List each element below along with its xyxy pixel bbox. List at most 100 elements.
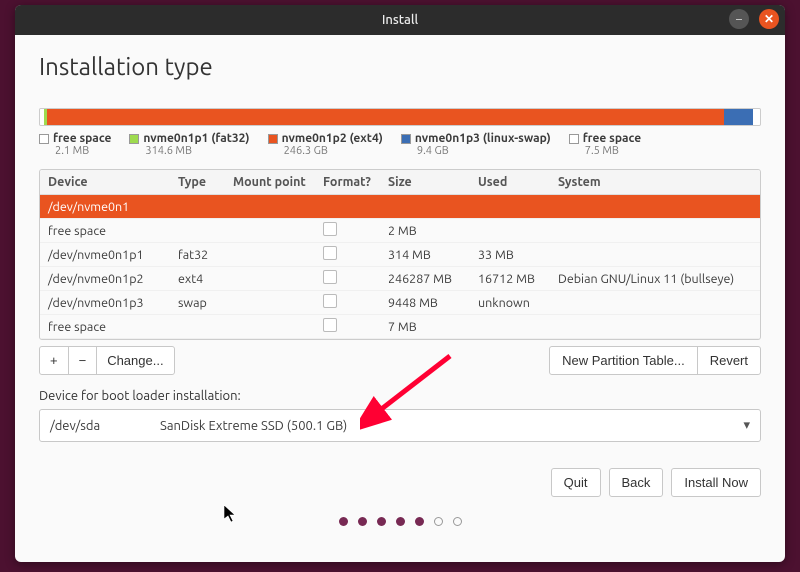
cell-used: unknown: [478, 296, 558, 310]
minimize-button[interactable]: –: [729, 9, 749, 29]
cell-device: free space: [48, 224, 178, 238]
legend-item: free space7.5 MB: [569, 132, 641, 157]
cell-device: /dev/nvme0n1p3: [48, 296, 178, 310]
table-row[interactable]: free space 2 MB: [40, 219, 760, 243]
legend-item: free space2.1 MB: [39, 132, 111, 157]
new-partition-table-button[interactable]: New Partition Table...: [549, 346, 698, 375]
pager-dot[interactable]: [415, 517, 424, 526]
wizard-footer: Quit Back Install Now: [39, 468, 761, 497]
cell-system: Debian GNU/Linux 11 (bullseye): [558, 272, 752, 286]
format-checkbox[interactable]: [323, 270, 337, 284]
window-title: Install: [382, 13, 418, 27]
cell-device: /dev/nvme0n1: [48, 200, 178, 214]
table-row[interactable]: free space 7 MB: [40, 315, 760, 339]
col-size: Size: [388, 175, 478, 189]
bootloader-device-select[interactable]: /dev/sda SanDisk Extreme SSD (500.1 GB) …: [39, 409, 761, 442]
pager-dot[interactable]: [453, 517, 462, 526]
legend-size: 246.3 GB: [284, 145, 383, 157]
col-format: Format?: [323, 175, 388, 189]
cell-size: 9448 MB: [388, 296, 478, 310]
format-checkbox[interactable]: [323, 318, 337, 332]
cell-device: /dev/nvme0n1p1: [48, 248, 178, 262]
chevron-down-icon: ▾: [743, 418, 750, 433]
cell-size: 246287 MB: [388, 272, 478, 286]
pager-dot[interactable]: [339, 517, 348, 526]
table-button-group: New Partition Table... Revert: [549, 346, 761, 375]
cell-format: [323, 246, 388, 263]
bootloader-device-desc: SanDisk Extreme SSD (500.1 GB): [160, 419, 347, 433]
legend-label: free space: [53, 132, 111, 145]
legend-item: nvme0n1p1 (fat32)314.6 MB: [129, 132, 249, 157]
legend-label: free space: [583, 132, 641, 145]
col-mount: Mount point: [233, 175, 323, 189]
edit-button-group: + − Change...: [39, 346, 175, 375]
partition-segment: [724, 109, 753, 125]
legend-label: nvme0n1p2 (ext4): [282, 132, 383, 145]
partition-segment: [47, 109, 724, 125]
pager-dot[interactable]: [377, 517, 386, 526]
cell-type: ext4: [178, 272, 233, 286]
legend-label: nvme0n1p1 (fat32): [143, 132, 249, 145]
legend-size: 314.6 MB: [145, 145, 249, 157]
cell-format: [323, 294, 388, 311]
col-device: Device: [48, 175, 178, 189]
partition-legend: free space2.1 MBnvme0n1p1 (fat32)314.6 M…: [39, 132, 761, 157]
cell-format: [323, 222, 388, 239]
legend-swatch: [39, 134, 49, 144]
partition-toolbar: + − Change... New Partition Table... Rev…: [39, 346, 761, 375]
legend-label: nvme0n1p3 (linux-swap): [415, 132, 551, 145]
content-area: Installation type free space2.1 MBnvme0n…: [15, 35, 785, 562]
legend-size: 7.5 MB: [585, 145, 641, 157]
legend-size: 9.4 GB: [417, 145, 551, 157]
add-partition-button[interactable]: +: [39, 346, 69, 375]
cell-type: swap: [178, 296, 233, 310]
change-partition-button[interactable]: Change...: [96, 346, 174, 375]
col-type: Type: [178, 175, 233, 189]
legend-swatch: [401, 134, 411, 144]
legend-item: nvme0n1p2 (ext4)246.3 GB: [268, 132, 383, 157]
close-button[interactable]: ✕: [759, 9, 779, 29]
cell-size: 2 MB: [388, 224, 478, 238]
table-row[interactable]: /dev/nvme0n1p3swap 9448 MBunknown: [40, 291, 760, 315]
col-system: System: [558, 175, 752, 189]
pager-dot[interactable]: [358, 517, 367, 526]
legend-swatch: [129, 134, 139, 144]
partition-segment: [753, 109, 760, 125]
cell-device: free space: [48, 320, 178, 334]
col-used: Used: [478, 175, 558, 189]
remove-partition-button[interactable]: −: [68, 346, 98, 375]
partition-usage-bar: [39, 108, 761, 126]
format-checkbox[interactable]: [323, 246, 337, 260]
partition-table: Device Type Mount point Format? Size Use…: [39, 169, 761, 340]
cell-format: [323, 270, 388, 287]
table-row[interactable]: /dev/nvme0n1p2ext4 246287 MB16712 MBDebia…: [40, 267, 760, 291]
legend-swatch: [268, 134, 278, 144]
pager-dot[interactable]: [396, 517, 405, 526]
titlebar: Install – ✕: [15, 5, 785, 35]
format-checkbox[interactable]: [323, 294, 337, 308]
legend-item: nvme0n1p3 (linux-swap)9.4 GB: [401, 132, 551, 157]
page-heading: Installation type: [39, 53, 761, 80]
cell-format: [323, 318, 388, 335]
cell-used: 33 MB: [478, 248, 558, 262]
pager-dot[interactable]: [434, 517, 443, 526]
table-row[interactable]: /dev/nvme0n1: [40, 195, 760, 219]
legend-swatch: [569, 134, 579, 144]
cell-size: 314 MB: [388, 248, 478, 262]
cell-size: 7 MB: [388, 320, 478, 334]
revert-button[interactable]: Revert: [697, 346, 761, 375]
bootloader-device-path: /dev/sda: [50, 419, 160, 433]
install-now-button[interactable]: Install Now: [671, 468, 761, 497]
step-pager: [39, 517, 761, 526]
back-button[interactable]: Back: [609, 468, 664, 497]
bootloader-label: Device for boot loader installation:: [39, 389, 761, 403]
legend-size: 2.1 MB: [55, 145, 111, 157]
cell-used: 16712 MB: [478, 272, 558, 286]
cell-type: fat32: [178, 248, 233, 262]
format-checkbox[interactable]: [323, 222, 337, 236]
table-row[interactable]: /dev/nvme0n1p1fat32 314 MB33 MB: [40, 243, 760, 267]
quit-button[interactable]: Quit: [551, 468, 601, 497]
window-controls: – ✕: [729, 9, 779, 29]
table-header: Device Type Mount point Format? Size Use…: [40, 170, 760, 195]
cell-device: /dev/nvme0n1p2: [48, 272, 178, 286]
